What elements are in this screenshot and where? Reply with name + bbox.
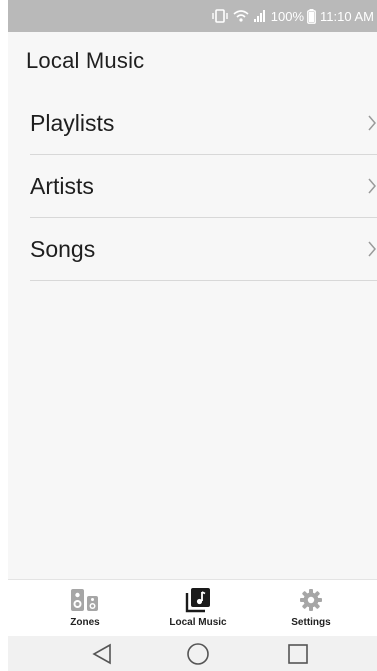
list-item-label: Songs [30,236,96,262]
tab-local-music[interactable]: Local Music [153,586,243,628]
tab-label: Settings [291,617,331,628]
status-bar: 100% 11:10 AM [8,0,377,32]
clock: 11:10 AM [320,8,374,24]
tab-settings[interactable]: Settings [266,586,356,628]
battery-icon [307,8,316,24]
list-item-label: Playlists [30,110,115,136]
back-icon[interactable] [88,642,116,666]
recents-icon[interactable] [284,642,312,666]
bottom-nav: Zones Local Music Settings [8,579,377,636]
chevron-right-icon [367,114,377,132]
app-screen: 100% 11:10 AM Local Music Playlists Arti… [0,0,377,671]
chevron-right-icon [367,240,377,258]
music-library-icon [153,586,243,614]
music-category-list: Playlists Artists Songs [30,92,377,281]
tab-zones[interactable]: Zones [40,586,130,628]
list-item-label: Artists [30,173,94,199]
home-icon[interactable] [184,642,212,666]
system-nav-bar [8,636,377,671]
list-item-playlists[interactable]: Playlists [30,92,377,155]
list-item-artists[interactable]: Artists [30,155,377,218]
vibrate-icon [211,8,229,24]
tab-label: Zones [70,617,100,628]
page-title: Local Music [26,48,145,73]
gear-icon [266,586,356,614]
signal-icon [253,8,267,24]
speaker-icon [40,586,130,614]
battery-percent: 100% [270,8,305,24]
chevron-right-icon [367,177,377,195]
tab-label: Local Music [169,617,227,628]
list-item-songs[interactable]: Songs [30,218,377,281]
wifi-icon [233,8,249,24]
